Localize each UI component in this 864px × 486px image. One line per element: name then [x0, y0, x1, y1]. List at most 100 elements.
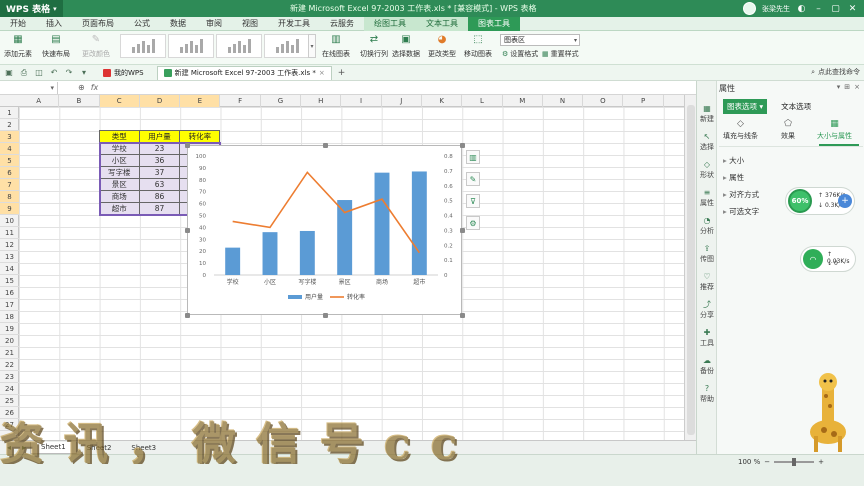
row-header-8[interactable]: 8 — [0, 191, 19, 203]
tab-insert[interactable]: 插入 — [36, 17, 72, 31]
save-icon[interactable]: ▣ — [3, 67, 15, 79]
name-box[interactable]: ▾ — [0, 81, 58, 94]
column-header-n[interactable]: N — [543, 95, 584, 107]
row-header-23[interactable]: 23 — [0, 371, 19, 383]
row-header-1[interactable]: 1 — [0, 107, 19, 119]
customize-icon[interactable]: ▾ — [78, 67, 90, 79]
prop-alt-text[interactable]: 可选文字 — [723, 206, 759, 217]
zoom-in-icon[interactable]: + — [818, 458, 824, 466]
rail-item-6[interactable]: ♡ 推荐 — [697, 271, 717, 292]
sheet-tab-1[interactable]: Sheet1 — [30, 441, 77, 454]
rail-item-0[interactable]: ▦ 新建 — [697, 103, 717, 124]
change-color-button[interactable]: ✎ 更改颜色 — [82, 33, 110, 63]
tab-chart-tools[interactable]: 图表工具 — [468, 16, 520, 31]
row-header-25[interactable]: 25 — [0, 395, 19, 407]
row-header-27[interactable]: 27 — [0, 419, 19, 431]
column-header-g[interactable]: G — [261, 95, 302, 107]
chart-filter-tool[interactable]: ⊽ — [466, 194, 480, 208]
wifi-speed-widget[interactable]: ◠ ↑ 0.03K/s ↓ 0 — [800, 246, 856, 272]
row-header-5[interactable]: 5 — [0, 155, 19, 167]
column-header-a[interactable]: A — [19, 95, 60, 107]
column-header-b[interactable]: B — [59, 95, 100, 107]
tab-review[interactable]: 审阅 — [196, 17, 232, 31]
zoom-out-icon[interactable]: − — [764, 458, 770, 466]
row-header-2[interactable]: 2 — [0, 119, 19, 131]
row-header-20[interactable]: 20 — [0, 335, 19, 347]
row-header-3[interactable]: 3 — [0, 131, 19, 143]
chart-style-2[interactable] — [168, 34, 214, 58]
chart-settings-tool[interactable]: ⚙ — [466, 216, 480, 230]
chart-elements-tool[interactable]: ▥ — [466, 150, 480, 164]
close-icon[interactable]: × — [854, 83, 860, 91]
online-chart-button[interactable]: ▥ 在线图表 — [322, 33, 350, 63]
row-header-14[interactable]: 14 — [0, 263, 19, 275]
row-header-15[interactable]: 15 — [0, 275, 19, 287]
reset-style-button[interactable]: ▦ 重置样式 — [542, 49, 579, 59]
tab-data[interactable]: 数据 — [160, 17, 196, 31]
tab-formulas[interactable]: 公式 — [124, 17, 160, 31]
resize-handle-6[interactable] — [322, 313, 328, 318]
pin-icon[interactable]: ⊞ — [844, 83, 850, 91]
tab-cloud[interactable]: 云服务 — [320, 17, 364, 31]
rail-item-3[interactable]: ≡ 属性 — [697, 187, 717, 208]
resize-handle-0[interactable] — [185, 143, 190, 148]
column-header-p[interactable]: P — [624, 95, 664, 107]
first-sheet-icon[interactable]: ◂ — [3, 442, 15, 454]
column-header-c[interactable]: C — [99, 95, 140, 107]
row-header-6[interactable]: 6 — [0, 167, 19, 179]
chart-element-select[interactable]: 图表区 ▾ — [500, 34, 580, 46]
change-type-button[interactable]: ◕ 更改类型 — [428, 33, 456, 63]
tab-chart-options[interactable]: 图表选项 ▾ — [723, 99, 768, 114]
column-header-o[interactable]: O — [583, 95, 624, 107]
column-header-d[interactable]: D — [139, 95, 181, 107]
column-header-e[interactable]: E — [180, 95, 221, 107]
column-header-k[interactable]: K — [422, 95, 463, 107]
rail-item-10[interactable]: ? 帮助 — [697, 383, 717, 404]
tab-drawing-tools[interactable]: 绘图工具 — [364, 16, 416, 31]
switch-row-col-button[interactable]: ⇄ 切换行列 — [360, 33, 388, 63]
subtab-size-properties[interactable]: ▦ 大小与属性 — [817, 119, 852, 141]
row-header-10[interactable]: 10 — [0, 215, 19, 227]
prop-size[interactable]: 大小 — [723, 155, 744, 166]
chart-style-1[interactable] — [120, 34, 166, 58]
avatar[interactable] — [743, 2, 756, 15]
subtab-fill-line[interactable]: ◇ 填充与线条 — [723, 119, 758, 141]
plus-icon[interactable]: + — [838, 194, 852, 208]
rail-item-1[interactable]: ↖ 选择 — [697, 131, 717, 152]
zoom-slider[interactable] — [774, 458, 815, 466]
row-header-22[interactable]: 22 — [0, 359, 19, 371]
rail-item-8[interactable]: ✚ 工具 — [697, 327, 717, 348]
prop-properties[interactable]: 属性 — [723, 172, 744, 183]
row-header-26[interactable]: 26 — [0, 407, 19, 419]
chart-style-4[interactable] — [264, 34, 310, 58]
chart-style-3[interactable] — [216, 34, 262, 58]
column-header-f[interactable]: F — [221, 95, 261, 107]
row-header-24[interactable]: 24 — [0, 383, 19, 395]
resize-handle-4[interactable] — [460, 228, 465, 233]
rail-item-4[interactable]: ◔ 分析 — [697, 215, 717, 236]
rail-item-5[interactable]: ⇪ 传图 — [697, 243, 717, 264]
row-header-16[interactable]: 16 — [0, 287, 19, 299]
sheet-tab-3[interactable]: Sheet3 — [121, 442, 166, 454]
scrollbar-thumb[interactable] — [687, 105, 695, 435]
row-header-9[interactable]: 9 — [0, 203, 19, 215]
resize-handle-3[interactable] — [185, 228, 190, 233]
row-header-17[interactable]: 17 — [0, 299, 19, 311]
resize-handle-5[interactable] — [185, 313, 190, 318]
row-header-4[interactable]: 4 — [0, 143, 19, 155]
app-menu-button[interactable]: WPS 表格 ▾ — [0, 0, 63, 17]
doc-tab-workbook[interactable]: 新建 Microsoft Excel 97-2003 工作表.xls * × — [156, 65, 332, 80]
zoom-icon[interactable]: ⊕ — [78, 83, 85, 92]
add-element-button[interactable]: ▦ 添加元素 — [4, 33, 32, 63]
close-icon[interactable]: ✕ — [847, 3, 858, 14]
column-header-j[interactable]: J — [382, 95, 422, 107]
close-icon[interactable]: × — [319, 69, 325, 77]
vertical-scrollbar[interactable] — [684, 95, 696, 440]
row-header-13[interactable]: 13 — [0, 251, 19, 263]
chart-style-more-button[interactable]: ▾ — [308, 34, 316, 58]
tab-view[interactable]: 视图 — [232, 17, 268, 31]
user-name[interactable]: 张梁先生 — [762, 4, 790, 14]
tab-developer[interactable]: 开发工具 — [268, 17, 320, 31]
tab-text-tools[interactable]: 文本工具 — [416, 16, 468, 31]
resize-handle-1[interactable] — [322, 143, 328, 148]
